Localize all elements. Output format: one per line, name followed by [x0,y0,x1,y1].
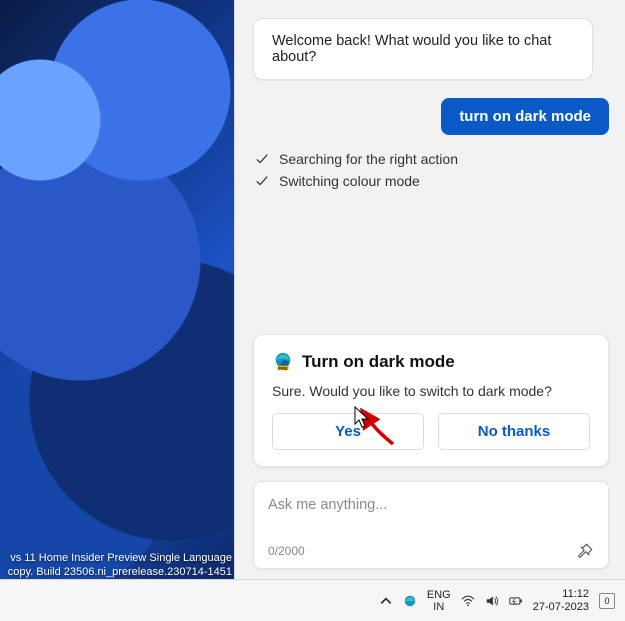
check-icon [255,152,269,166]
status-item: Searching for the right action [255,151,609,167]
desktop-wallpaper [0,0,234,579]
wifi-icon[interactable] [461,594,475,608]
card-title: Turn on dark mode [302,352,455,372]
notification-count[interactable]: 0 [599,593,615,609]
language-indicator[interactable]: ENG IN [427,589,451,613]
tray-overflow-icon[interactable] [379,594,393,608]
battery-icon[interactable] [509,594,523,608]
status-text: Switching colour mode [279,173,420,189]
bot-message: Welcome back! What would you like to cha… [253,18,593,80]
status-item: Switching colour mode [255,173,609,189]
pin-icon[interactable] [576,542,594,560]
taskbar: ENG IN 11:12 27-07-2023 0 [0,579,625,621]
watermark-line-1: vs 11 Home Insider Preview Single Langua… [0,551,232,565]
edge-icon: PRE [272,351,294,373]
user-message: turn on dark mode [441,98,609,135]
language-bottom: IN [427,601,451,613]
clock-date: 27-07-2023 [533,601,589,614]
yes-button[interactable]: Yes [272,413,424,450]
chat-input-container: 0/2000 [253,481,609,569]
card-body: Sure. Would you like to switch to dark m… [272,383,590,399]
language-top: ENG [427,589,451,601]
char-counter: 0/2000 [268,544,305,558]
clock-time: 11:12 [533,588,589,601]
system-tray: ENG IN 11:12 27-07-2023 0 [379,588,615,614]
volume-icon[interactable] [485,594,499,608]
svg-text:PRE: PRE [278,366,287,371]
watermark-line-2: copy. Build 23506.ni_prerelease.230714-1… [0,565,232,579]
check-icon [255,174,269,188]
chat-panel: Welcome back! What would you like to cha… [234,0,625,579]
no-thanks-button[interactable]: No thanks [438,413,590,450]
clock[interactable]: 11:12 27-07-2023 [533,588,589,614]
windows-watermark: vs 11 Home Insider Preview Single Langua… [0,551,234,579]
action-card: PRE Turn on dark mode Sure. Would you li… [253,334,609,467]
copilot-tray-icon[interactable] [403,594,417,608]
status-list: Searching for the right action Switching… [253,151,609,195]
status-text: Searching for the right action [279,151,458,167]
chat-input[interactable] [268,497,594,513]
